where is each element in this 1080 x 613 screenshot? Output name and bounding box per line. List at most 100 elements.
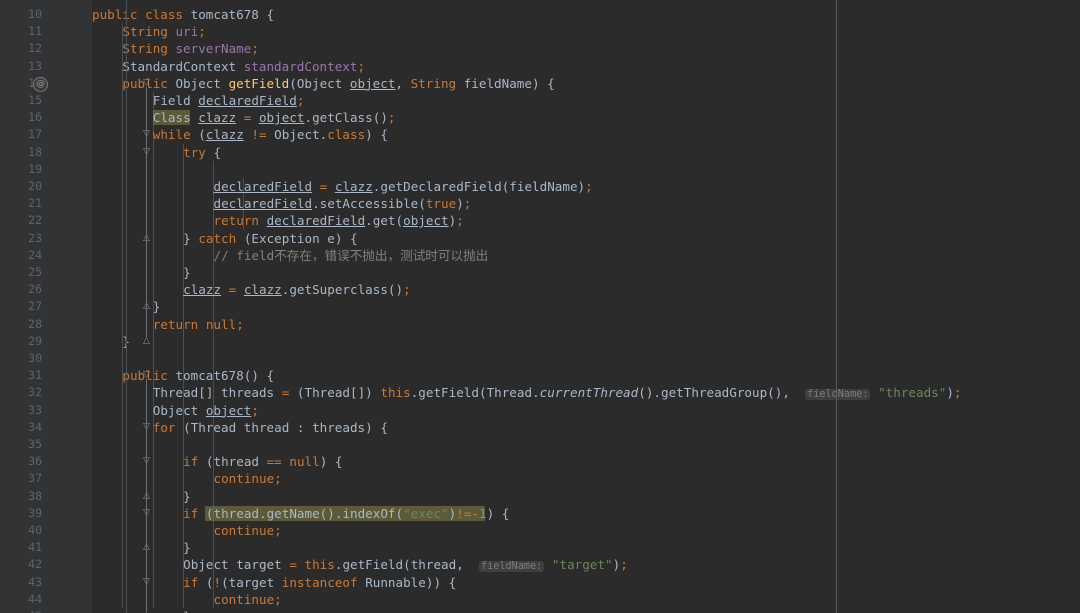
punctuation — [92, 59, 100, 74]
code-line[interactable]: Field declaredField; — [92, 92, 305, 109]
punctuation: } — [183, 609, 191, 613]
code-line[interactable]: return declaredField.get(object); — [92, 212, 464, 229]
code-line[interactable]: try { — [92, 144, 221, 161]
punctuation — [92, 196, 100, 211]
punctuation — [274, 575, 282, 590]
punctuation — [236, 420, 244, 435]
keyword: public — [92, 7, 138, 22]
code-line[interactable]: public Object getField(Object object, St… — [92, 75, 554, 92]
editor-gutter[interactable]: 1011121314151617181920212223242526272829… — [0, 0, 68, 613]
code-line[interactable]: public class tomcat678 { — [92, 6, 274, 23]
punctuation — [297, 557, 305, 572]
punctuation: } — [183, 488, 191, 504]
punctuation: ( — [478, 385, 487, 401]
code-folding-strip[interactable]: ▽▽▽△△△▽▽▽△▽△▽△ — [68, 0, 150, 613]
code-line[interactable]: } — [92, 333, 130, 350]
override-method-icon[interactable]: @ — [33, 76, 48, 92]
punctuation — [107, 24, 115, 39]
punctuation — [206, 592, 214, 607]
punctuation — [168, 506, 176, 521]
identifier: getDeclaredField — [380, 179, 502, 194]
code-line[interactable]: Object object; — [92, 402, 259, 419]
identifier: getSuperclass — [289, 282, 388, 298]
line-number: 25 — [28, 265, 42, 279]
punctuation: ( — [198, 127, 206, 143]
keyword: String — [122, 24, 168, 40]
code-line[interactable]: continue; — [92, 470, 282, 487]
punctuation — [198, 506, 206, 521]
punctuation — [92, 592, 100, 607]
punctuation — [160, 231, 168, 246]
punctuation: . — [365, 213, 373, 229]
code-line[interactable]: Class clazz = object.getClass(); — [92, 109, 396, 126]
code-line[interactable]: Object target = this.getField(thread, fi… — [92, 556, 628, 573]
line-number: 28 — [28, 316, 42, 331]
code-line[interactable]: // field不存在，错误不抛出，测试时可以抛出 — [92, 247, 489, 264]
code-line[interactable]: declaredField = clazz.getDeclaredField(f… — [92, 178, 593, 195]
code-line[interactable]: for (Thread thread : threads) { — [92, 419, 388, 436]
operator: ! — [456, 505, 464, 521]
punctuation — [544, 557, 552, 572]
punctuation — [176, 575, 184, 590]
punctuation: ) — [577, 179, 586, 194]
code-editor[interactable]: 1011121314151617181920212223242526272829… — [0, 0, 1080, 613]
punctuation — [107, 110, 115, 125]
code-line[interactable]: StandardContext standardContext; — [92, 58, 365, 75]
line-number: 44 — [28, 591, 42, 606]
punctuation: { — [501, 505, 510, 521]
punctuation — [107, 317, 115, 332]
code-line[interactable]: continue; — [92, 522, 282, 539]
code-line[interactable]: if (thread.getName().indexOf("exec")!=-1… — [92, 505, 509, 522]
punctuation: ) — [365, 127, 373, 143]
punctuation — [92, 24, 100, 39]
keyword: if — [183, 505, 199, 521]
line-number: 11 — [28, 24, 42, 39]
code-text-area[interactable]: public class tomcat678 { String uri; Str… — [92, 0, 1080, 613]
punctuation — [130, 231, 138, 246]
code-line[interactable]: Thread[] threads = (Thread[]) this.getFi… — [92, 384, 962, 401]
inlay-parameter-hint: fieldName: — [805, 389, 871, 401]
punctuation — [289, 385, 297, 400]
code-line[interactable]: String serverName; — [92, 40, 259, 57]
punctuation — [304, 420, 312, 435]
punctuation — [92, 403, 100, 418]
line-number: 31 — [28, 368, 42, 383]
method-declaration: getField — [228, 75, 290, 91]
punctuation: { — [350, 230, 358, 246]
code-line[interactable]: return null; — [92, 316, 244, 333]
punctuation — [198, 248, 206, 263]
punctuation — [160, 575, 168, 590]
local-variable: object — [349, 75, 396, 91]
punctuation: { — [380, 419, 388, 435]
punctuation — [160, 557, 168, 572]
punctuation — [236, 59, 244, 74]
local-variable: declaredField — [213, 196, 313, 212]
type-name: Thread — [486, 385, 533, 401]
line-number: 15 — [28, 93, 42, 107]
identifier: getField — [342, 557, 404, 573]
punctuation — [221, 282, 229, 297]
code-line[interactable]: continue; — [92, 591, 282, 608]
punctuation — [92, 248, 100, 263]
punctuation — [92, 609, 100, 613]
code-line[interactable]: while (clazz != Object.class) { — [92, 126, 388, 143]
punctuation — [168, 454, 176, 469]
line-number: 40 — [28, 523, 42, 537]
code-line[interactable]: if (thread == null) { — [92, 453, 342, 470]
punctuation — [168, 489, 176, 504]
keyword: try — [183, 144, 206, 160]
code-line[interactable]: public tomcat678() { — [92, 367, 274, 384]
keyword: instanceof — [281, 574, 358, 590]
operator: ; — [953, 385, 962, 401]
operator: ; — [296, 93, 305, 108]
punctuation — [160, 471, 168, 486]
code-line[interactable]: } — [92, 264, 191, 281]
punctuation — [176, 196, 184, 211]
punctuation — [176, 592, 184, 607]
code-line[interactable]: String uri; — [92, 23, 205, 40]
code-line[interactable]: clazz = clazz.getSuperclass(); — [92, 281, 411, 298]
code-line[interactable]: declaredField.setAccessible(true); — [92, 195, 472, 212]
fold-rail-segment — [146, 155, 147, 234]
line-number: 33 — [28, 402, 42, 417]
code-line[interactable]: } catch (Exception e) { — [92, 230, 358, 247]
